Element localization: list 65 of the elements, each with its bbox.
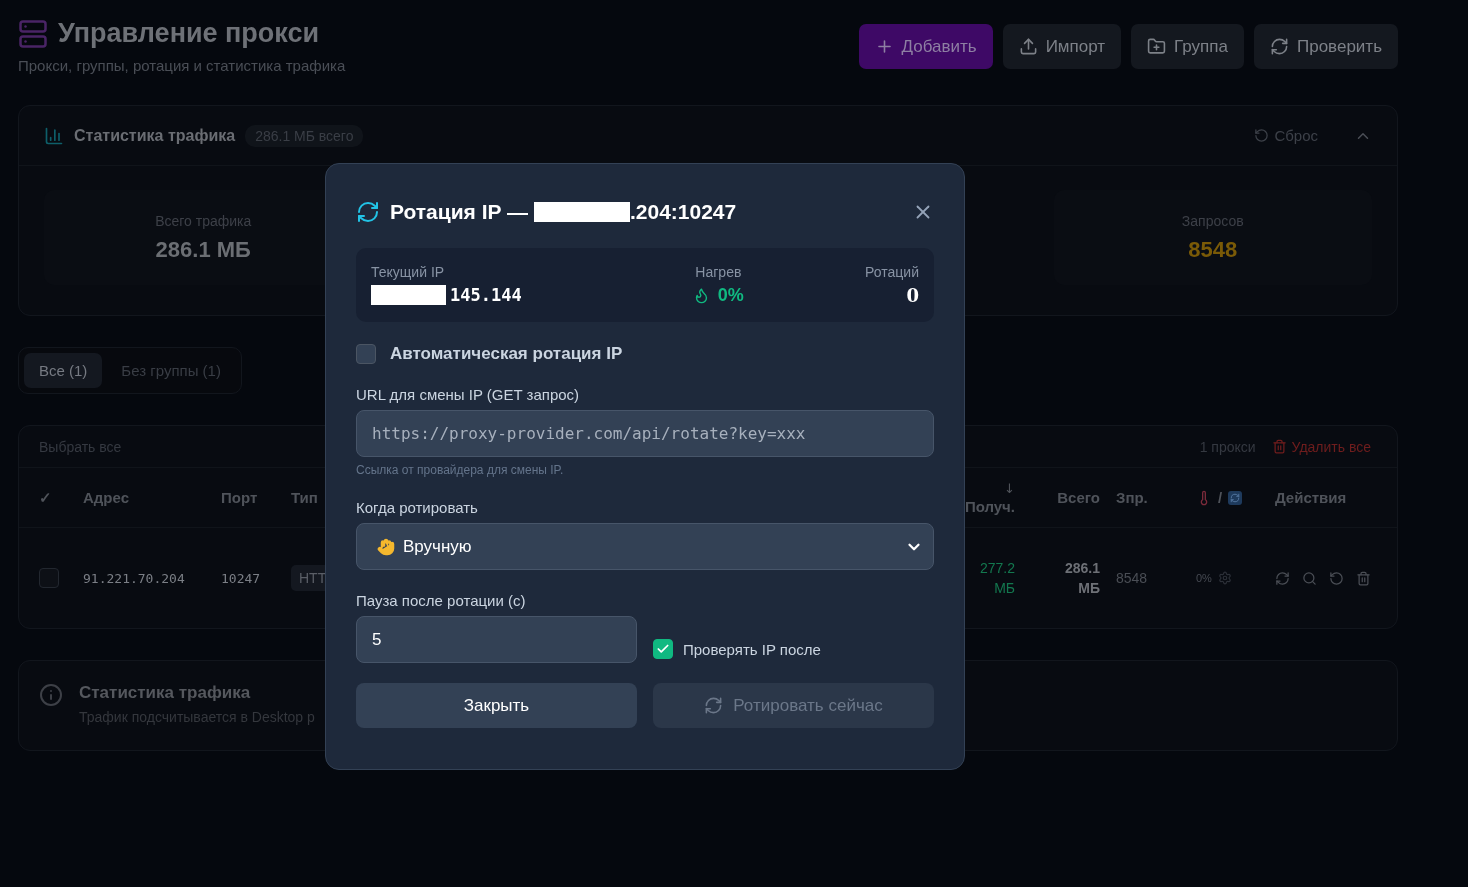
check-icon (656, 642, 670, 656)
panel-title: Статистика трафика (74, 126, 236, 145)
column-header: Зпр. (1115, 489, 1148, 506)
table-cell-text: 91.221.70.204 (83, 570, 186, 586)
dialog-title-suffix: .204:10247 (629, 200, 737, 224)
settings-icon[interactable] (1217, 571, 1232, 585)
undo-icon[interactable] (1329, 570, 1344, 586)
toolbar-button[interactable]: Проверить (1253, 24, 1398, 69)
column-header: Тип (291, 489, 318, 506)
hand-icon (377, 537, 395, 556)
stat-value: 286.1 МБ (155, 236, 251, 263)
url-input[interactable]: https://proxy-provider.com/api/rotate?key=xxx (356, 410, 934, 457)
table-cell-text: 286.1 МБ (1063, 558, 1100, 598)
field-label: Пауза после ротации (с) (356, 592, 527, 609)
undo-icon (1254, 128, 1270, 143)
checkbox[interactable] (356, 344, 376, 364)
select-column-header: ✓ (39, 488, 52, 507)
column-header: Всего (1057, 489, 1100, 506)
refresh-icon (356, 200, 380, 224)
stat-value: 8548 (1188, 236, 1238, 263)
page-title: Управление прокси (58, 18, 320, 49)
column-header: Порт (221, 489, 258, 506)
checkbox[interactable] (653, 639, 673, 659)
field-label: Нагрев (695, 264, 742, 280)
field-hint: Ссылка от провайдера для смены IP. (356, 463, 565, 477)
trash-icon (1271, 439, 1287, 454)
page-subtitle: Прокси, группы, ротация и статистика трафика (18, 57, 346, 74)
table-cell-text: 10247 (221, 570, 262, 586)
column-header: Действия (1274, 489, 1347, 506)
info-title: Статистика трафика (79, 683, 252, 703)
checkbox-label: Автоматическая ротация IP (390, 344, 623, 364)
field-label: URL для смены IP (GET запрос) (356, 386, 581, 403)
folder-plus-icon (1147, 37, 1167, 56)
pause-input[interactable]: 5 (356, 616, 637, 663)
rotation-mode-select[interactable]: Вручную (356, 523, 934, 570)
column-header: Получ. (964, 497, 1015, 515)
ip-value: 145.144 (450, 285, 522, 305)
refresh-icon (1269, 37, 1289, 56)
table-cell-text: 277.2 МБ (978, 558, 1015, 598)
close-dialog-button[interactable]: Закрыть (356, 683, 637, 728)
table-cell-text: 8548 (1115, 568, 1148, 588)
search-icon[interactable] (1302, 570, 1317, 586)
filter-tab[interactable]: Все (1) (24, 353, 103, 388)
add-button[interactable]: Добавить (858, 24, 993, 69)
column-header: Адрес (83, 489, 129, 506)
row-checkbox[interactable] (39, 568, 59, 588)
upload-icon (1018, 37, 1038, 56)
rotation-count: 0 (906, 285, 919, 306)
field-label: Когда ротировать (356, 499, 479, 516)
rotate-icon (1228, 490, 1243, 505)
heat-value: 0% (717, 285, 744, 306)
column-header: / (1218, 489, 1223, 506)
toolbar-button[interactable]: Импорт (1002, 24, 1122, 69)
checkbox-label: Проверять IP после (683, 640, 821, 658)
toolbar-button[interactable]: Группа (1131, 24, 1244, 69)
sort-arrow: ↓ (1004, 480, 1015, 496)
bar-chart-icon (44, 125, 64, 146)
server-icon (18, 18, 48, 49)
info-icon (39, 683, 63, 707)
refresh-icon[interactable] (1275, 570, 1290, 586)
refresh-icon (704, 696, 724, 715)
field-label: Текущий IP (371, 264, 445, 280)
field-label: Ротаций (865, 264, 919, 280)
delete-icon[interactable] (1356, 570, 1371, 586)
dialog-title: Ротация IP — (390, 200, 528, 224)
